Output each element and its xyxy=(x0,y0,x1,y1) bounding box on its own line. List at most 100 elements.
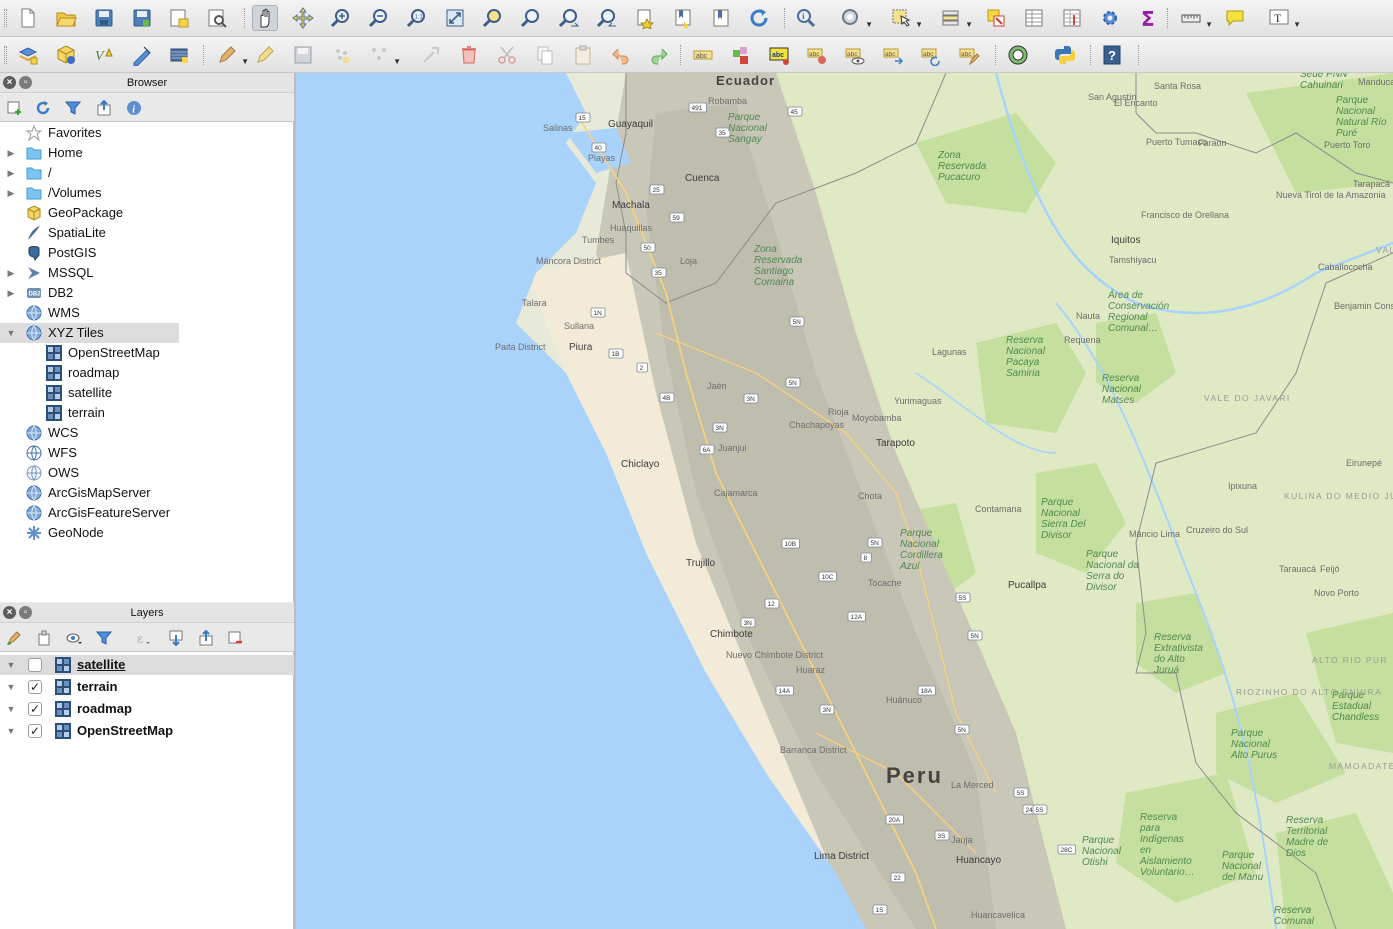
browser-item-arcgismapserver[interactable]: ArcGisMapServer xyxy=(0,483,180,503)
expand-arrow-icon[interactable]: ▶ xyxy=(6,163,16,183)
close-panel-icon[interactable]: × xyxy=(3,76,16,89)
filter-by-expression-icon[interactable]: ε xyxy=(134,628,154,648)
browser-item-db2[interactable]: ▶ DB2 DB2 xyxy=(0,283,180,303)
browser-item-root[interactable]: ▶ / xyxy=(0,163,180,183)
browser-item-satellite[interactable]: satellite xyxy=(0,383,200,403)
statistical-summary-icon[interactable]: Σ xyxy=(1135,5,1161,31)
attribute-table-icon[interactable] xyxy=(1021,5,1047,31)
expand-arrow-icon[interactable]: ▶ xyxy=(6,143,16,163)
expand-arrow-icon[interactable]: ▶ xyxy=(6,263,16,283)
layer-visibility-checkbox[interactable]: ✓ xyxy=(28,724,42,738)
new-virtual-layer-icon[interactable] xyxy=(166,42,192,68)
collapse-arrow-icon[interactable]: ▼ xyxy=(6,721,16,741)
delete-selected-icon[interactable] xyxy=(456,42,482,68)
browser-item-geopackage[interactable]: GeoPackage xyxy=(0,203,180,223)
help-icon[interactable]: ? xyxy=(1099,42,1125,68)
add-group-icon[interactable] xyxy=(34,628,54,648)
pan-to-selection-icon[interactable] xyxy=(290,5,316,31)
show-hide-labels-icon[interactable]: abc xyxy=(842,42,868,68)
new-spatial-bookmark-icon[interactable] xyxy=(632,5,658,31)
show-bookmarks-icon[interactable] xyxy=(670,5,696,31)
filter-legend-icon[interactable] xyxy=(94,628,114,648)
save-as-icon[interactable] xyxy=(129,5,155,31)
layer-row-openstreetmap[interactable]: ▼ ✓ OpenStreetMap xyxy=(0,721,294,741)
expand-arrow-icon[interactable]: ▶ xyxy=(6,283,16,303)
layer-visibility-checkbox[interactable]: ✓ xyxy=(28,702,42,716)
pan-map-icon[interactable] xyxy=(252,5,278,31)
browser-item-arcgisfeatureserver[interactable]: ArcGisFeatureServer xyxy=(0,503,180,523)
undo-icon[interactable] xyxy=(608,42,634,68)
zoom-next-icon[interactable] xyxy=(594,5,620,31)
label-tool-icon[interactable]: abc xyxy=(690,42,716,68)
browser-item-mssql[interactable]: ▶ MSSQL xyxy=(0,263,180,283)
collapse-arrow-icon[interactable]: ▼ xyxy=(6,699,16,719)
open-project-icon[interactable] xyxy=(53,5,79,31)
pin-labels-icon[interactable]: abc xyxy=(804,42,830,68)
info-icon[interactable]: i xyxy=(124,98,144,118)
filter-icon[interactable] xyxy=(63,98,83,118)
select-by-value-icon[interactable]: ▼ xyxy=(938,5,973,31)
collapse-arrow-icon[interactable]: ▼ xyxy=(6,655,16,675)
zoom-native-icon[interactable]: 1:1 xyxy=(404,5,430,31)
layer-row-roadmap[interactable]: ▼ ✓ roadmap xyxy=(0,699,294,719)
move-label-icon[interactable]: abc xyxy=(880,42,906,68)
new-project-icon[interactable] xyxy=(15,5,41,31)
zoom-out-icon[interactable] xyxy=(366,5,392,31)
field-calculator-icon[interactable] xyxy=(1059,5,1085,31)
close-panel-icon[interactable]: × xyxy=(3,606,16,619)
text-annotation-icon[interactable]: T ▼ xyxy=(1266,5,1301,31)
refresh-icon[interactable] xyxy=(33,98,53,118)
style-layer-icon[interactable] xyxy=(4,628,24,648)
show-bookmarks-panel-icon[interactable] xyxy=(708,5,734,31)
select-features-icon[interactable]: ▼ xyxy=(888,5,923,31)
layer-labeling-icon[interactable] xyxy=(728,42,754,68)
toolbar-grip[interactable] xyxy=(4,46,7,64)
layer-visibility-checkbox[interactable] xyxy=(28,658,42,672)
refresh-icon[interactable] xyxy=(746,5,772,31)
float-panel-icon[interactable]: ▫ xyxy=(19,76,32,89)
zoom-last-icon[interactable] xyxy=(556,5,582,31)
new-print-layout-icon[interactable] xyxy=(166,5,192,31)
toggle-editing-icon[interactable] xyxy=(252,42,278,68)
browser-item-wcs[interactable]: WCS xyxy=(0,423,180,443)
zoom-in-icon[interactable] xyxy=(328,5,354,31)
zoom-to-layer-icon[interactable] xyxy=(518,5,544,31)
browser-item-roadmap[interactable]: roadmap xyxy=(0,363,200,383)
new-temporary-layer-icon[interactable] xyxy=(129,42,155,68)
highlight-labels-icon[interactable]: abc xyxy=(766,42,792,68)
browser-item-ows[interactable]: OWS xyxy=(0,463,180,483)
change-label-icon[interactable]: abc xyxy=(956,42,982,68)
browser-item-openstreetmap[interactable]: OpenStreetMap xyxy=(0,343,200,363)
browser-item-geonode[interactable]: GeoNode xyxy=(0,523,180,543)
browser-item-wms[interactable]: WMS xyxy=(0,303,180,323)
measure-line-icon[interactable]: ▼ xyxy=(1178,5,1213,31)
browser-item-volumes[interactable]: ▶ /Volumes xyxy=(0,183,180,203)
map-canvas[interactable]: 15 40 491 35 45 25 59 50 35 1N 1B 2 5N 3N 4B 6A 3N 5N 10B 1… xyxy=(296,73,1393,929)
float-panel-icon[interactable]: ▫ xyxy=(19,606,32,619)
modify-attributes-icon[interactable] xyxy=(418,42,444,68)
redo-icon[interactable] xyxy=(646,42,672,68)
browser-item-home[interactable]: ▶ Home xyxy=(0,143,180,163)
vertex-tool-icon[interactable]: ▼ xyxy=(366,42,401,68)
zoom-full-icon[interactable] xyxy=(442,5,468,31)
browser-item-favorites[interactable]: Favorites xyxy=(0,123,180,143)
python-console-icon[interactable] xyxy=(1052,42,1078,68)
cut-features-icon[interactable] xyxy=(494,42,520,68)
digitize-icon[interactable]: ▼ xyxy=(214,42,249,68)
manage-visibility-icon[interactable] xyxy=(64,628,84,648)
collapse-all-icon[interactable] xyxy=(94,98,114,118)
save-project-icon[interactable] xyxy=(91,5,117,31)
expand-all-icon[interactable] xyxy=(166,628,186,648)
data-source-manager-icon[interactable] xyxy=(15,42,41,68)
new-geopackage-layer-icon[interactable] xyxy=(53,42,79,68)
layer-row-satellite[interactable]: ▼ satellite xyxy=(0,655,294,675)
layout-manager-icon[interactable] xyxy=(204,5,230,31)
paste-features-icon[interactable] xyxy=(570,42,596,68)
browser-item-postgis[interactable]: PostGIS xyxy=(0,243,180,263)
osm-icon[interactable] xyxy=(1005,42,1031,68)
zoom-to-selection-icon[interactable] xyxy=(480,5,506,31)
add-feature-icon[interactable] xyxy=(328,42,354,68)
rotate-label-icon[interactable]: abc xyxy=(918,42,944,68)
collapse-arrow-icon[interactable]: ▼ xyxy=(6,677,16,697)
processing-toolbox-icon[interactable] xyxy=(1097,5,1123,31)
